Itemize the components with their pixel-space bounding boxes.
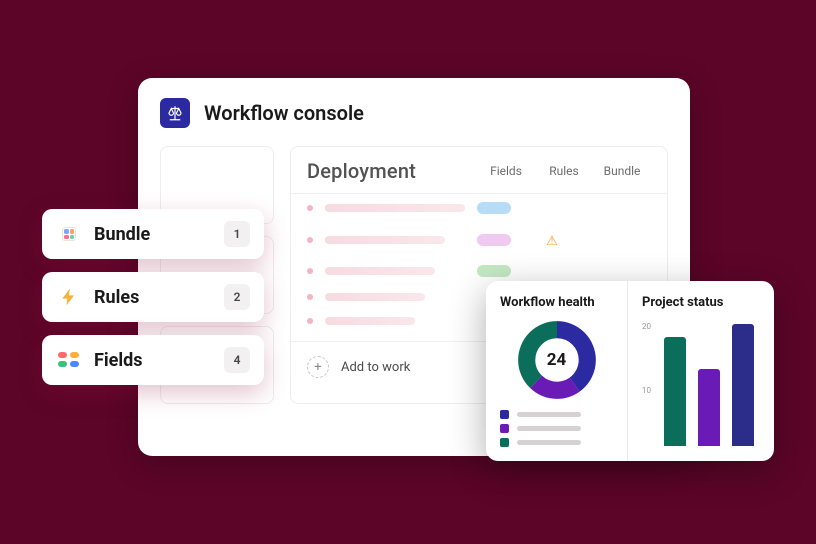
bolt-icon bbox=[56, 284, 82, 310]
row-placeholder bbox=[325, 267, 435, 275]
card-rules-badge: 2 bbox=[224, 284, 250, 310]
legend-swatch bbox=[500, 410, 509, 419]
legend-item bbox=[500, 424, 613, 433]
legend-placeholder bbox=[517, 440, 581, 445]
donut-chart: 24 bbox=[517, 320, 597, 400]
row-placeholder bbox=[325, 236, 445, 244]
axis-tick-10: 10 bbox=[642, 386, 651, 395]
legend-swatch bbox=[500, 424, 509, 433]
bar bbox=[698, 369, 720, 446]
card-bundle-label: Bundle bbox=[94, 224, 212, 245]
scales-icon bbox=[160, 98, 190, 128]
add-label: Add to work bbox=[341, 360, 410, 375]
tiles-icon bbox=[56, 347, 82, 373]
card-fields-badge: 4 bbox=[224, 347, 250, 373]
row-indicator-icon bbox=[307, 268, 313, 274]
card-rules[interactable]: Rules 2 bbox=[42, 272, 264, 322]
row-placeholder bbox=[325, 204, 465, 212]
bar-chart: 20 10 bbox=[642, 318, 760, 449]
row-placeholder bbox=[325, 293, 425, 301]
bar bbox=[664, 337, 686, 446]
column-fields[interactable]: Fields bbox=[477, 164, 535, 178]
bar bbox=[732, 324, 754, 446]
legend-swatch bbox=[500, 438, 509, 447]
table-row[interactable]: ⚠ bbox=[291, 222, 667, 257]
field-pill bbox=[477, 202, 511, 214]
row-indicator-icon bbox=[307, 205, 313, 211]
column-bundle[interactable]: Bundle bbox=[593, 164, 651, 178]
workflow-health: Workflow health 24 bbox=[486, 281, 628, 461]
rules-cell: ⚠ bbox=[523, 230, 581, 249]
card-fields[interactable]: Fields 4 bbox=[42, 335, 264, 385]
field-pill bbox=[477, 265, 511, 277]
card-bundle-badge: 1 bbox=[224, 221, 250, 247]
panel-header: Deployment Fields Rules Bundle bbox=[291, 147, 667, 194]
card-bundle[interactable]: Bundle 1 bbox=[42, 209, 264, 259]
row-placeholder bbox=[325, 317, 415, 325]
donut-value: 24 bbox=[517, 320, 597, 400]
card-rules-label: Rules bbox=[94, 287, 212, 308]
panel-title: Deployment bbox=[307, 159, 477, 183]
warning-icon: ⚠ bbox=[546, 234, 558, 249]
axis-tick-20: 20 bbox=[642, 322, 651, 331]
health-legend bbox=[500, 410, 613, 452]
row-indicator-icon bbox=[307, 237, 313, 243]
column-rules[interactable]: Rules bbox=[535, 164, 593, 178]
legend-item bbox=[500, 410, 613, 419]
console-title: Workflow console bbox=[204, 101, 364, 125]
legend-placeholder bbox=[517, 412, 581, 417]
card-fields-label: Fields bbox=[94, 350, 212, 371]
plus-icon[interactable]: + bbox=[307, 356, 329, 378]
table-row[interactable] bbox=[291, 194, 667, 222]
legend-item bbox=[500, 438, 613, 447]
legend-placeholder bbox=[517, 426, 581, 431]
project-status-title: Project status bbox=[642, 295, 760, 310]
row-indicator-icon bbox=[307, 318, 313, 324]
field-pill bbox=[477, 234, 511, 246]
workflow-health-title: Workflow health bbox=[500, 295, 613, 310]
console-header: Workflow console bbox=[160, 98, 668, 146]
project-status: Project status 20 10 bbox=[628, 281, 774, 461]
row-indicator-icon bbox=[307, 294, 313, 300]
grid-icon bbox=[56, 221, 82, 247]
stats-card: Workflow health 24 Project status 20 10 bbox=[486, 281, 774, 461]
